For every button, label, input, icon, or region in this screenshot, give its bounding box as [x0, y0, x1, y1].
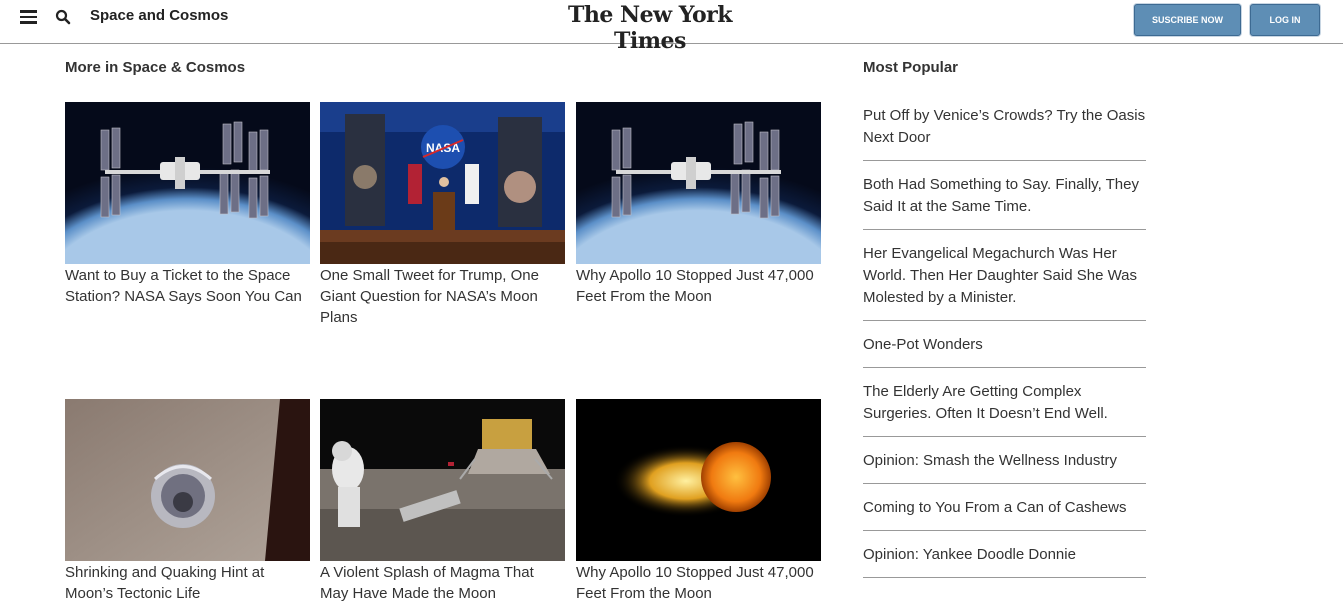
subscribe-button[interactable]: SUSCRIBE NOW [1134, 4, 1241, 36]
space-station-photo[interactable] [65, 102, 310, 264]
space-station-photo[interactable] [576, 102, 821, 264]
article-title[interactable]: Shrinking and Quaking Hint at Moon’s Tec… [65, 562, 310, 604]
more-in-section-heading: More in Space & Cosmos [65, 59, 246, 76]
moon-landing-photo[interactable] [320, 399, 565, 561]
search-icon[interactable] [55, 9, 71, 25]
article-card[interactable]: A Violent Splash of Magma That May Have … [320, 399, 565, 604]
section-title-link[interactable]: Space and Cosmos [90, 7, 228, 24]
popular-item[interactable]: Opinion: Yankee Doodle Donnie [863, 544, 1146, 578]
most-popular-heading: Most Popular [863, 59, 959, 76]
article-title[interactable]: Want to Buy a Ticket to the Space Statio… [65, 265, 310, 307]
nyt-logo[interactable]: The New York Times [530, 2, 770, 54]
fiery-impact-photo[interactable] [576, 399, 821, 561]
popular-item[interactable]: One-Pot Wonders [863, 334, 1146, 368]
nasa-podium-photo[interactable]: NASA [320, 102, 565, 264]
popular-item[interactable]: Put Off by Venice’s Crowds? Try the Oasi… [863, 105, 1146, 161]
popular-item[interactable]: Coming to You From a Can of Cashews [863, 497, 1146, 531]
article-title[interactable]: Why Apollo 10 Stopped Just 47,000 Feet F… [576, 562, 821, 604]
hamburger-menu-icon[interactable] [20, 10, 37, 24]
popular-item[interactable]: Her Evangelical Megachurch Was Her World… [863, 243, 1146, 321]
popular-item[interactable]: Both Had Something to Say. Finally, They… [863, 174, 1146, 230]
popular-item[interactable]: The Elderly Are Getting Complex Surgerie… [863, 381, 1146, 437]
apollo-capsule-photo[interactable] [65, 399, 310, 561]
article-card[interactable]: Why Apollo 10 Stopped Just 47,000 Feet F… [576, 102, 821, 307]
article-card[interactable]: Want to Buy a Ticket to the Space Statio… [65, 102, 310, 307]
article-card[interactable]: NASA One Small Tweet for Trump, One Gian… [320, 102, 565, 328]
top-bar: Space and Cosmos The New York Times SUSC… [0, 0, 1343, 54]
article-title[interactable]: One Small Tweet for Trump, One Giant Que… [320, 265, 565, 328]
article-title[interactable]: Why Apollo 10 Stopped Just 47,000 Feet F… [576, 265, 821, 307]
article-title[interactable]: A Violent Splash of Magma That May Have … [320, 562, 565, 604]
most-popular-list: Put Off by Venice’s Crowds? Try the Oasi… [863, 105, 1146, 591]
article-card[interactable]: Why Apollo 10 Stopped Just 47,000 Feet F… [576, 399, 821, 604]
popular-item[interactable]: Opinion: Smash the Wellness Industry [863, 450, 1146, 484]
login-button[interactable]: LOG IN [1250, 4, 1320, 36]
article-card[interactable]: Shrinking and Quaking Hint at Moon’s Tec… [65, 399, 310, 604]
